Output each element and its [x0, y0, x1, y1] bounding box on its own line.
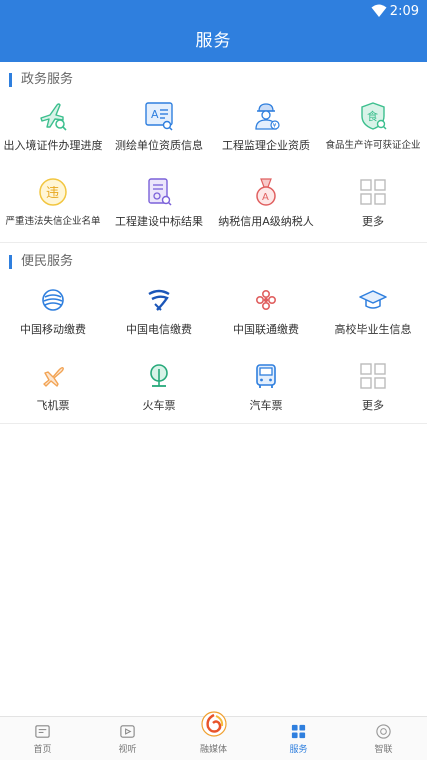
service-item-tax-credit[interactable]: A 纳税信用A级纳税人 [213, 176, 319, 246]
section-marker [9, 73, 12, 87]
media-logo-icon [201, 711, 227, 737]
service-item-china-telecom[interactable]: 中国电信缴费 [106, 284, 212, 354]
more-grid-icon [360, 363, 386, 389]
tax-medal-icon: A [256, 178, 276, 206]
tab-media[interactable]: 融媒体 [171, 711, 256, 760]
tab-smart-link[interactable]: 智联 [341, 717, 426, 760]
tab-label: 视听 [118, 745, 137, 755]
service-item-food-license[interactable]: 食 食品生产许可获证企业 [320, 100, 426, 170]
service-item-exit-entry[interactable]: 出入境证件办理进度 [0, 100, 106, 170]
video-icon [120, 725, 135, 738]
service-item-survey[interactable]: A 测绘单位资质信息 [106, 100, 212, 170]
services-icon [291, 724, 306, 739]
bus-icon [256, 364, 276, 388]
service-label: 食品生产许可获证企业 [325, 140, 421, 151]
service-item-violation[interactable]: 违 严重违法失信企业名单 [0, 176, 106, 246]
tab-label: 首页 [33, 745, 52, 755]
service-item-more-2[interactable]: 更多 [320, 360, 426, 430]
bid-result-icon [148, 178, 172, 206]
svg-text:食: 食 [367, 109, 378, 123]
service-item-graduate[interactable]: 高校毕业生信息 [320, 284, 426, 354]
service-label: 高校毕业生信息 [334, 323, 412, 336]
service-label: 中国移动缴费 [20, 323, 86, 336]
tab-label: 智联 [374, 745, 393, 755]
china-mobile-icon [42, 289, 64, 311]
tab-home[interactable]: 首页 [0, 717, 85, 760]
home-icon [35, 725, 50, 738]
service-label: 更多 [362, 399, 384, 412]
section-gov-services: 政务服务 [0, 66, 427, 94]
service-label: 飞机票 [36, 399, 70, 412]
section-title: 便民服务 [21, 254, 74, 269]
service-label: 出入境证件办理进度 [3, 139, 103, 152]
service-label: 工程建设中标结果 [115, 215, 203, 228]
header: 服务 [0, 24, 427, 62]
service-label: 工程监理企业资质 [222, 139, 310, 152]
page-title: 服务 [195, 31, 232, 51]
violation-icon: 违 [39, 178, 67, 206]
food-shield-icon: 食 [361, 102, 387, 130]
train-icon [150, 364, 168, 387]
service-item-china-mobile[interactable]: 中国移动缴费 [0, 284, 106, 354]
service-item-more[interactable]: 更多 [320, 176, 426, 246]
service-item-train[interactable]: 火车票 [106, 360, 212, 430]
service-item-bus[interactable]: 汽车票 [213, 360, 319, 430]
section-citizen-services: 便民服务 [0, 248, 427, 276]
bottom-tab-bar: 首页 视听 融媒体 服务 智联 [0, 711, 427, 760]
tab-label: 融媒体 [199, 745, 227, 755]
wifi-icon [371, 4, 387, 17]
engineer-icon: ¥ [255, 103, 280, 130]
airplane-icon [43, 367, 64, 387]
service-label: 汽车票 [249, 399, 283, 412]
service-label: 更多 [362, 215, 384, 228]
tab-services[interactable]: 服务 [256, 717, 341, 760]
graduation-cap-icon [359, 290, 387, 309]
service-item-bid-result[interactable]: 工程建设中标结果 [106, 176, 212, 246]
tab-label: 服务 [289, 745, 308, 755]
china-telecom-icon [148, 289, 170, 311]
status-time: 2:09 [389, 4, 419, 19]
service-label: 严重违法失信企业名单 [5, 216, 101, 227]
service-label: 中国电信缴费 [126, 323, 192, 336]
section-title: 政务服务 [21, 72, 74, 87]
service-item-china-unicom[interactable]: 中国联通缴费 [213, 284, 319, 354]
smart-link-icon [376, 724, 391, 739]
svg-text:违: 违 [46, 186, 59, 201]
svg-text:A: A [151, 108, 159, 121]
survey-doc-icon: A [145, 102, 173, 131]
svg-text:¥: ¥ [273, 123, 277, 130]
section-divider [0, 423, 427, 424]
service-label: 测绘单位资质信息 [115, 139, 203, 152]
svg-text:A: A [262, 192, 269, 203]
tab-video[interactable]: 视听 [85, 717, 170, 760]
status-bar: 2:09 [0, 0, 427, 24]
more-grid-icon [360, 179, 386, 205]
service-label: 中国联通缴费 [233, 323, 299, 336]
plane-search-icon [40, 103, 67, 131]
service-item-supervision[interactable]: ¥ 工程监理企业资质 [213, 100, 319, 170]
section-divider [0, 242, 427, 243]
service-label: 火车票 [142, 399, 176, 412]
section-marker [9, 255, 12, 269]
service-label: 纳税信用A级纳税人 [218, 215, 314, 228]
service-item-flight[interactable]: 飞机票 [0, 360, 106, 430]
china-unicom-icon [256, 290, 276, 310]
